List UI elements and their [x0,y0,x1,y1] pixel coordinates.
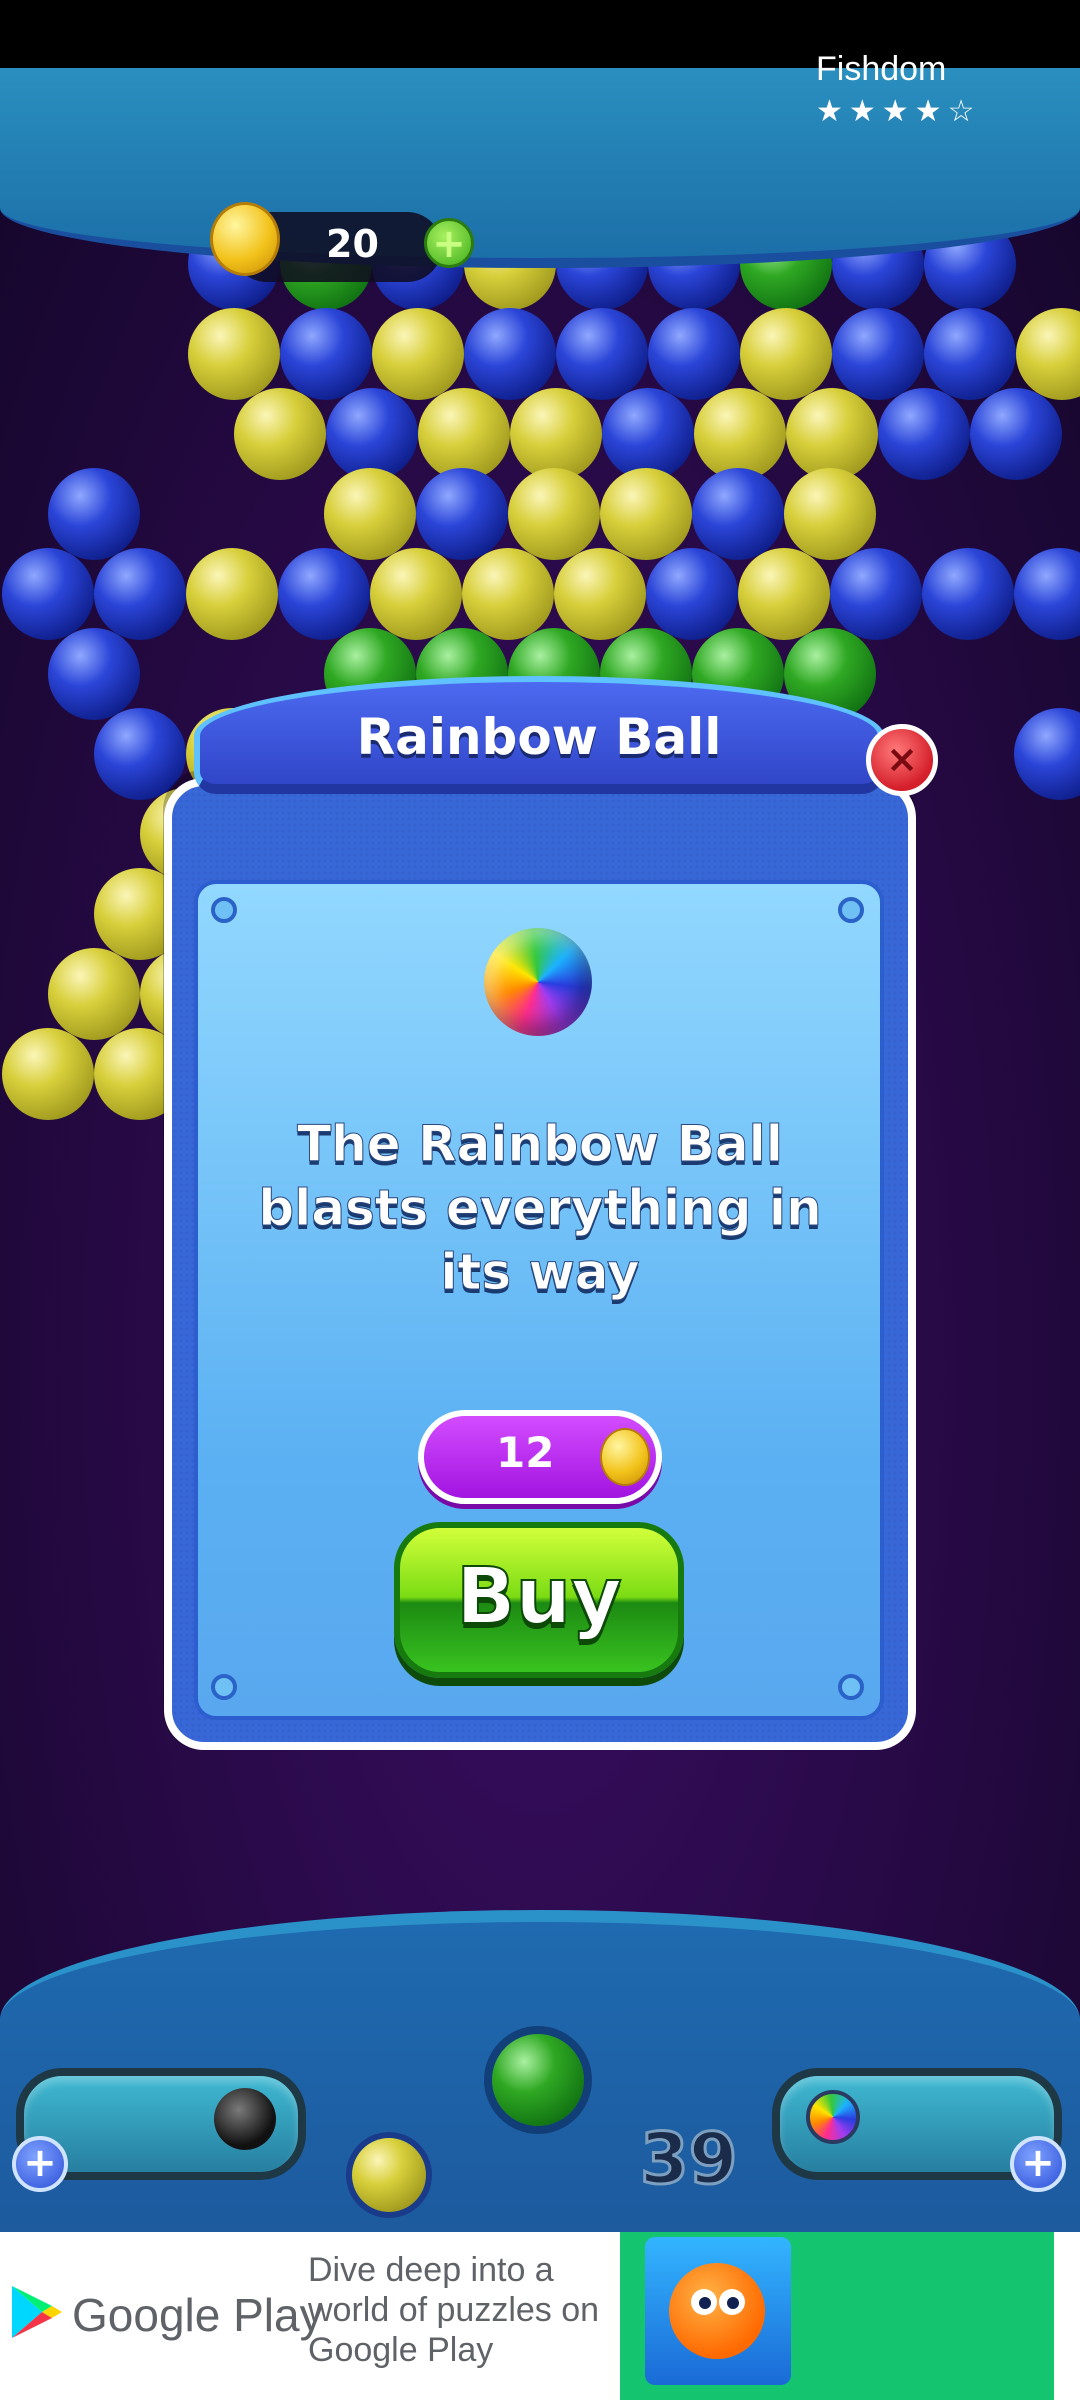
blue-bubble [48,628,140,720]
rainbow-ball-icon [484,928,592,1036]
blue-bubble [326,388,418,480]
booster-description: The Rainbow Ball blasts everything in it… [258,1115,822,1302]
yellow-bubble [370,548,462,640]
blue-bubble [830,548,922,640]
yellow-bubble [786,388,878,480]
ad-rating-stars: ★★★★☆ [816,94,981,129]
blue-bubble [94,548,186,640]
buy-button-label[interactable]: Buy [394,1551,684,1643]
yellow-bubble [508,468,600,560]
blue-bubble [280,308,372,400]
blue-bubble [922,548,1014,640]
yellow-bubble [418,388,510,480]
fish-icon [669,2263,765,2359]
fishdom-app-icon[interactable] [645,2237,791,2385]
store-name: Google Play [72,2289,323,2341]
add-bomb-button[interactable]: + [12,2136,68,2192]
blue-bubble [1014,708,1080,800]
yellow-bubble [186,548,278,640]
rivet [838,897,864,923]
yellow-bubble [48,948,140,1040]
blue-bubble [416,468,508,560]
blue-bubble [878,388,970,480]
shooter-bubble[interactable] [492,2034,584,2126]
moves-remaining: 39 [638,2117,738,2202]
next-bubble[interactable] [352,2138,426,2212]
yellow-bubble [694,388,786,480]
rivet [211,1674,237,1700]
yellow-bubble [324,468,416,560]
yellow-bubble [510,388,602,480]
yellow-bubble [738,548,830,640]
close-icon: × [886,737,918,781]
add-rainbow-button[interactable]: + [1010,2136,1066,2192]
yellow-bubble [600,468,692,560]
ad-copy: Dive deep into a world of puzzles on Goo… [308,2251,600,2369]
blue-bubble [278,548,370,640]
blue-bubble [646,548,738,640]
bomb-icon[interactable] [214,2088,276,2150]
google-play-icon [12,2286,62,2338]
close-button[interactable]: × [866,724,938,796]
add-coins-button[interactable]: + [424,218,474,268]
blue-bubble [924,308,1016,400]
blue-bubble [1014,548,1080,640]
yellow-bubble [234,388,326,480]
blue-bubble [556,308,648,400]
coin-icon [600,1428,650,1486]
yellow-bubble [462,548,554,640]
yellow-bubble [372,308,464,400]
blue-bubble [48,468,140,560]
yellow-bubble [554,548,646,640]
blue-bubble [648,308,740,400]
coin-icon [210,202,280,276]
ad-banner[interactable]: Google Play Dive deep into a world of pu… [0,2232,1080,2400]
blue-bubble [2,548,94,640]
yellow-bubble [188,308,280,400]
blue-bubble [832,308,924,400]
dialog-title: Rainbow Ball [356,708,722,766]
ad-app-name: Fishdom [816,50,947,88]
blue-bubble [464,308,556,400]
yellow-bubble [2,1028,94,1120]
price-value: 12 [496,1428,555,1477]
coin-balance: 20 [326,222,379,266]
blue-bubble [970,388,1062,480]
yellow-bubble [784,468,876,560]
rainbow-ball-icon[interactable] [806,2090,860,2144]
blue-bubble [692,468,784,560]
rivet [211,897,237,923]
blue-bubble [602,388,694,480]
rivet [838,1674,864,1700]
yellow-bubble [1016,308,1080,400]
yellow-bubble [740,308,832,400]
